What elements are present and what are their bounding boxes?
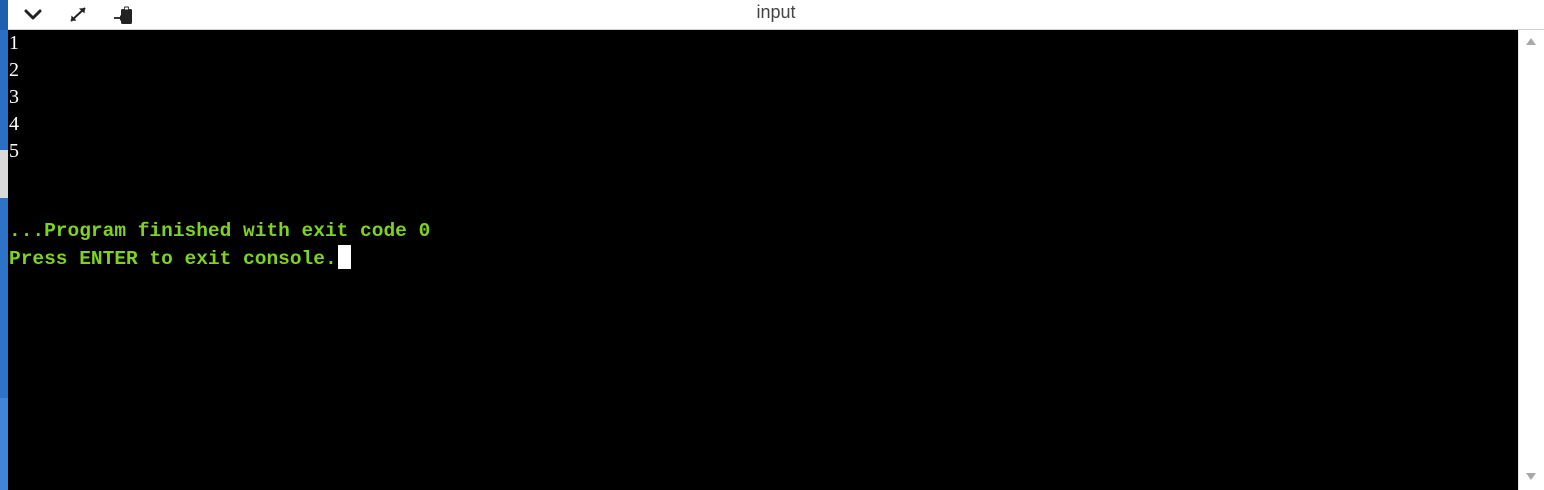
- collapse-button[interactable]: [21, 4, 45, 26]
- text-cursor: [337, 245, 351, 269]
- scroll-up-icon[interactable]: [1526, 38, 1536, 45]
- output-line: 3: [9, 86, 19, 108]
- exit-prompt-line: Press ENTER to exit console.: [9, 245, 430, 272]
- output-line: 1: [9, 32, 19, 54]
- exit-prompt-message: Press ENTER to exit console.: [9, 248, 337, 270]
- output-lines: 1 2 3 4 5: [9, 30, 19, 165]
- output-line: 2: [9, 59, 19, 81]
- console-window: input 1 2 3 4 5 ...Program finished with…: [0, 0, 1544, 490]
- expand-icon: [70, 7, 86, 22]
- exit-code-message: ...Program finished with exit code 0: [9, 220, 431, 242]
- vertical-scrollbar[interactable]: [1518, 30, 1544, 490]
- left-edge-strip: [0, 0, 8, 490]
- console-toolbar: input: [8, 0, 1544, 30]
- paste-button[interactable]: [111, 4, 135, 26]
- output-line: 5: [9, 140, 19, 162]
- scroll-down-icon[interactable]: [1526, 473, 1536, 480]
- paste-clipboard-icon: [114, 6, 132, 24]
- expand-button[interactable]: [66, 4, 90, 26]
- window-title: input: [756, 2, 796, 22]
- output-line: 4: [9, 113, 19, 135]
- chevron-down-icon: [24, 9, 42, 20]
- exit-status-block: ...Program finished with exit code 0 Pre…: [9, 218, 430, 272]
- console-output-area[interactable]: 1 2 3 4 5 ...Program finished with exit …: [8, 30, 1518, 490]
